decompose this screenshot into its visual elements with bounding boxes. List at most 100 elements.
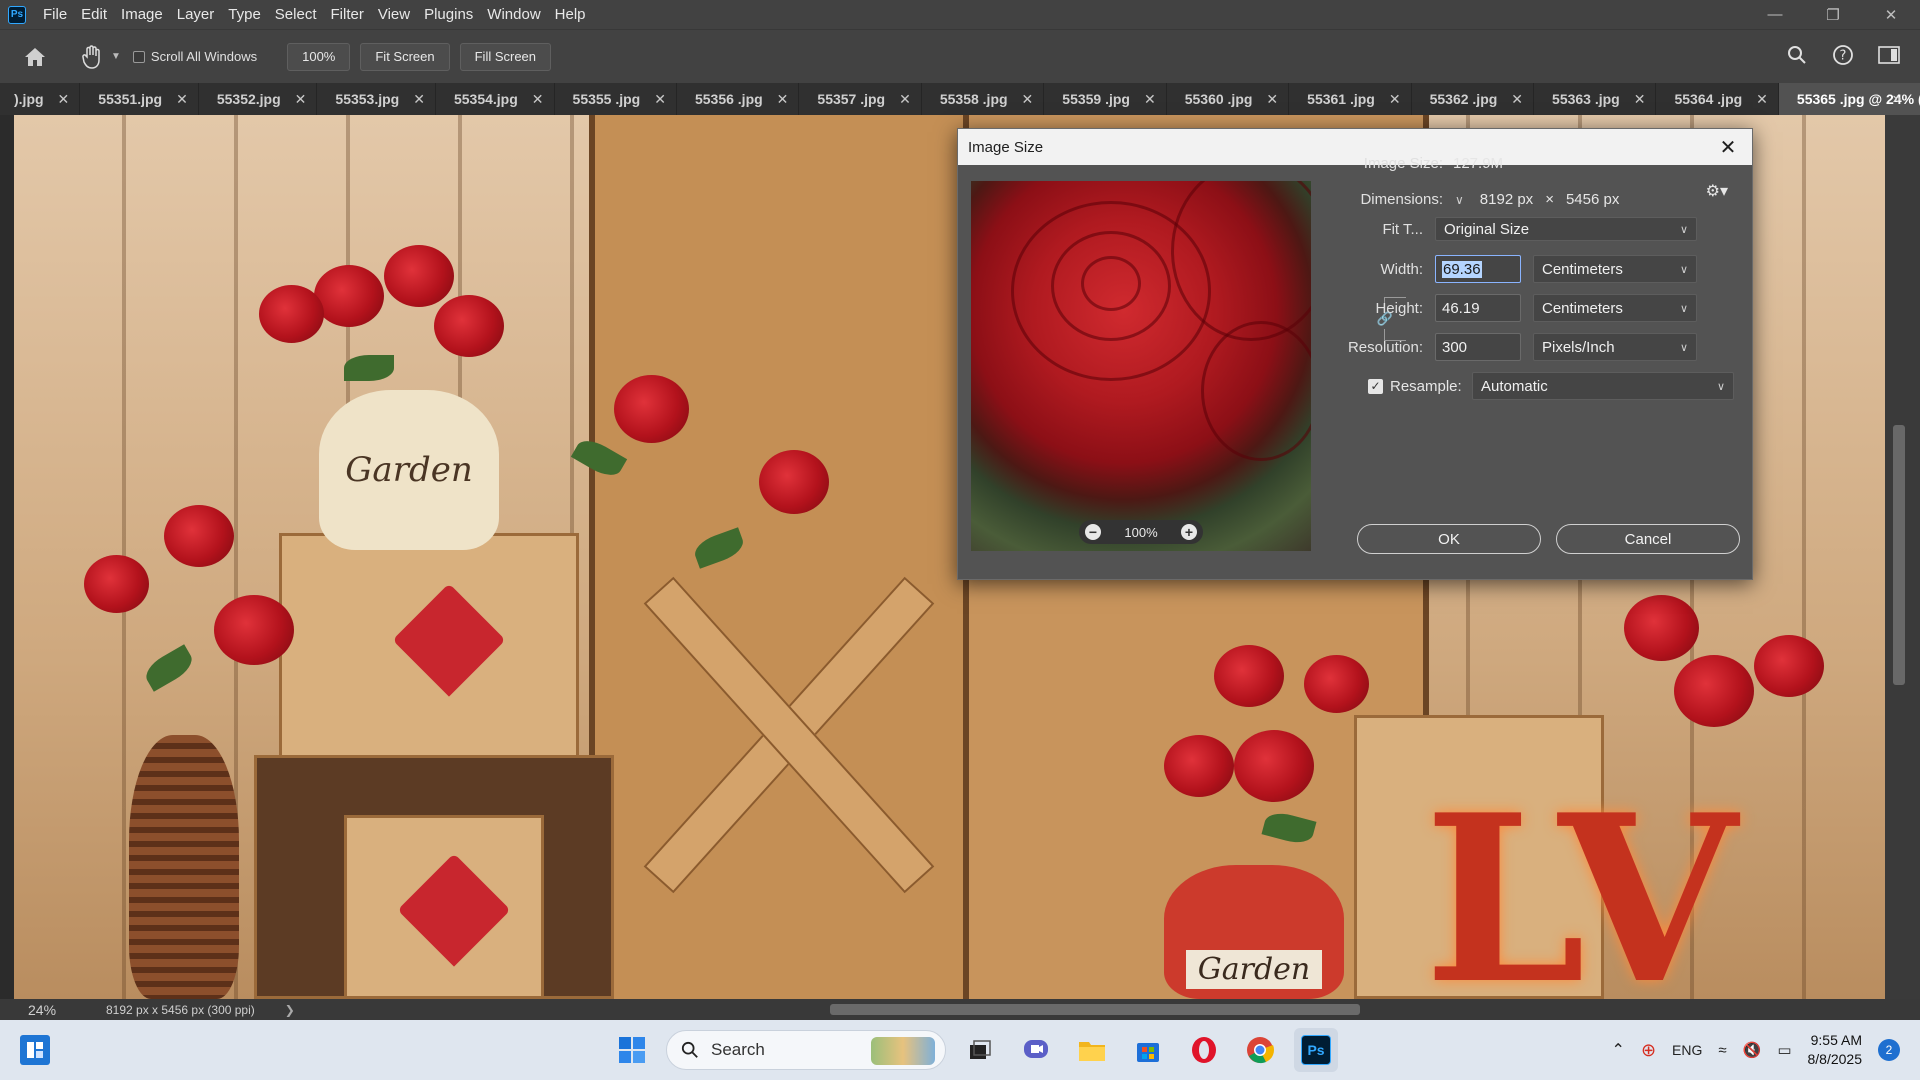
cancel-button[interactable]: Cancel [1556,524,1740,554]
document-tab[interactable]: 55364 .jpg ✕ [1656,83,1779,115]
menu-help[interactable]: Help [548,0,593,29]
menu-select[interactable]: Select [268,0,324,29]
vpn-icon[interactable]: ⊕ [1641,1040,1656,1061]
hand-tool-icon[interactable] [77,42,107,72]
preview-petal [1081,256,1141,311]
tab-close-icon[interactable]: ✕ [777,91,789,108]
document-tab[interactable]: 55358 .jpg ✕ [922,83,1045,115]
tab-close-icon[interactable]: ✕ [58,91,70,108]
windows-start-icon[interactable] [610,1028,654,1072]
document-tab[interactable]: 55353.jpg ✕ [317,83,436,115]
file-explorer-icon[interactable] [1070,1028,1114,1072]
volume-muted-icon[interactable]: 🔇 [1743,1041,1762,1059]
tab-close-icon[interactable]: ✕ [532,91,544,108]
bucket: Garden [1164,865,1344,999]
close-window-icon[interactable]: ✕ [1862,0,1920,29]
battery-icon[interactable]: ▭ [1777,1041,1791,1059]
tab-close-icon[interactable]: ✕ [1266,91,1278,108]
fit-to-dropdown[interactable]: Original Size ∨ [1435,217,1697,241]
tab-close-icon[interactable]: ✕ [1511,91,1523,108]
width-unit-dropdown[interactable]: Centimeters ∨ [1533,255,1697,283]
fit-screen-button[interactable]: Fit Screen [360,42,450,71]
width-input[interactable]: 69.36 [1435,255,1521,283]
zoom-100-button[interactable]: 100% [287,42,351,71]
meet-icon[interactable] [1014,1028,1058,1072]
widgets-icon[interactable] [20,1035,50,1065]
taskbar-search-input[interactable]: Search [666,1030,946,1070]
tab-close-icon[interactable]: ✕ [1389,91,1401,108]
menu-filter[interactable]: Filter [324,0,371,29]
resample-checkbox[interactable]: ✓ [1368,378,1383,394]
document-tab[interactable]: 55363 .jpg ✕ [1534,83,1657,115]
document-tab[interactable]: 55351.jpg ✕ [80,83,199,115]
menu-type[interactable]: Type [221,0,268,29]
resolution-input[interactable]: 300 [1435,333,1521,361]
chrome-icon[interactable] [1238,1028,1282,1072]
horizontal-scrollbar-thumb[interactable] [830,1004,1360,1015]
height-unit-dropdown[interactable]: Centimeters ∨ [1533,294,1697,322]
document-tab[interactable]: 55359 .jpg ✕ [1044,83,1167,115]
fill-screen-button[interactable]: Fill Screen [459,42,552,71]
tab-close-icon[interactable]: ✕ [1756,91,1768,108]
opera-icon[interactable] [1182,1028,1226,1072]
language-indicator[interactable]: ENG [1672,1042,1702,1058]
chevron-up-icon[interactable]: ⌃ [1612,1040,1625,1060]
wifi-icon[interactable]: ≈ [1718,1042,1726,1059]
height-input[interactable]: 46.19 [1435,294,1521,322]
status-expand-chevron-icon[interactable]: ❯ [285,1003,295,1017]
resample-dropdown[interactable]: Automatic ∨ [1472,372,1734,400]
tab-close-icon[interactable]: ✕ [1022,91,1034,108]
scroll-all-windows-checkbox[interactable] [132,50,145,63]
menu-view[interactable]: View [371,0,417,29]
image-preview[interactable]: − 100% + [971,181,1311,551]
document-tab[interactable]: ).jpg ✕ [0,83,81,115]
document-tab[interactable]: 55356 .jpg ✕ [677,83,800,115]
task-view-icon[interactable] [958,1028,1002,1072]
home-icon[interactable] [15,37,55,77]
tab-close-icon[interactable]: ✕ [899,91,911,108]
more-tabs-chevron-icon[interactable]: » [1882,83,1912,115]
notification-badge[interactable]: 2 [1878,1039,1900,1061]
document-tab[interactable]: 55355 .jpg ✕ [555,83,677,115]
document-tab[interactable]: 55352.jpg ✕ [199,83,318,115]
dimensions-chevron-icon[interactable]: ∨ [1455,193,1464,207]
menu-edit[interactable]: Edit [74,0,114,29]
document-tab[interactable]: 55360 .jpg ✕ [1167,83,1290,115]
document-tab[interactable]: 55361 .jpg ✕ [1289,83,1412,115]
zoom-level[interactable]: 24% [0,1002,70,1018]
tab-close-icon[interactable]: ✕ [1144,91,1156,108]
tab-close-icon[interactable]: ✕ [413,91,425,108]
ok-button[interactable]: OK [1357,524,1541,554]
document-tab[interactable]: 55354.jpg ✕ [436,83,555,115]
vertical-scrollbar-thumb[interactable] [1893,425,1905,685]
tab-close-icon[interactable]: ✕ [176,91,188,108]
close-icon[interactable]: ✕ [1716,135,1740,159]
photoshop-taskbar-icon[interactable]: Ps [1294,1028,1338,1072]
menu-window[interactable]: Window [480,0,547,29]
tab-close-icon[interactable]: ✕ [654,91,666,108]
tool-preset-chevron-icon[interactable]: ▼ [111,51,121,62]
resolution-label: Resolution: [1347,338,1423,356]
search-icon[interactable] [1784,42,1810,68]
menu-layer[interactable]: Layer [170,0,222,29]
vertical-scrollbar[interactable] [1885,115,1920,999]
zoom-out-icon[interactable]: − [1085,524,1101,540]
status-bar: 24% 8192 px x 5456 px (300 ppi) ❯ [0,999,1920,1020]
dimensions-height: 5456 px [1565,191,1620,208]
clock[interactable]: 9:55 AM 8/8/2025 [1808,1031,1863,1069]
document-tab[interactable]: 55357 .jpg ✕ [799,83,922,115]
menu-plugins[interactable]: Plugins [417,0,480,29]
microsoft-store-icon[interactable] [1126,1028,1170,1072]
resolution-unit-dropdown[interactable]: Pixels/Inch ∨ [1533,333,1697,361]
document-tab[interactable]: 55362 .jpg ✕ [1412,83,1535,115]
gear-icon[interactable]: ⚙▾ [1706,181,1728,201]
restore-icon[interactable]: ❐ [1804,0,1862,29]
tab-close-icon[interactable]: ✕ [295,91,307,108]
menu-image[interactable]: Image [114,0,170,29]
tab-close-icon[interactable]: ✕ [1634,91,1646,108]
workspace-icon[interactable] [1876,42,1902,68]
minimize-icon[interactable]: — [1746,0,1804,29]
zoom-in-icon[interactable]: + [1181,524,1197,540]
menu-file[interactable]: File [36,0,74,29]
help-icon[interactable]: ? [1830,42,1856,68]
